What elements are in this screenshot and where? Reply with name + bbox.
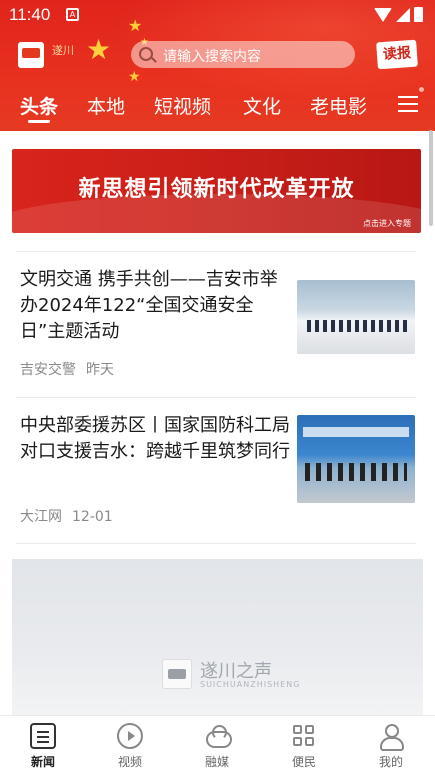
search-bar[interactable]: 请输入搜索内容 (131, 41, 355, 68)
news-source: 大江网 (20, 509, 62, 525)
search-input[interactable]: 请输入搜索内容 (163, 46, 261, 66)
banner-title: 新思想引领新时代改革开放 (78, 177, 355, 202)
nav-label: 新闻 (30, 755, 55, 769)
news-time: 昨天 (86, 362, 114, 378)
video-placeholder[interactable]: 遂川之声 SUICHUANZHISHENG (12, 559, 423, 715)
bottom-nav: 新闻 视频 融媒 便民 我的 (0, 715, 435, 773)
news-title: 中央部委援苏区丨国家国防科工局对口支援吉水：跨越千里筑梦同行 (20, 415, 290, 462)
tab-local[interactable]: 本地 (87, 92, 125, 119)
tab-culture[interactable]: 文化 (243, 92, 281, 119)
news-icon (30, 723, 56, 749)
news-meta: 吉安交警 昨天 (20, 359, 114, 379)
topic-banner[interactable]: 新思想引领新时代改革开放 点击进入专题 (12, 149, 421, 233)
news-title: 文明交通 携手共创——吉安市举办2024年122“全国交通安全日”主题活动 (20, 269, 278, 342)
video-icon (117, 723, 143, 749)
divider (16, 397, 416, 398)
news-thumbnail (297, 415, 415, 503)
scrollbar[interactable] (429, 130, 433, 226)
placeholder-brand-pinyin: SUICHUANZHISHENG (200, 680, 301, 689)
nav-label: 便民 (291, 755, 316, 769)
channel-tabs: 头条 本地 短视频 文化 老电影 (0, 88, 435, 124)
placeholder-logo (162, 659, 192, 689)
news-time: 12-01 (72, 509, 113, 525)
user-icon (378, 723, 404, 751)
nav-label: 我的 (378, 755, 403, 769)
nav-video[interactable]: 视频 (95, 723, 165, 770)
nav-media[interactable]: 融媒 (182, 723, 252, 770)
active-tab-indicator (28, 120, 50, 123)
app-logo[interactable] (18, 42, 44, 68)
app-screen: ★ ★ ★ ★ 11:40 A 遂川 请输入搜索内容 读报 头条 本地 短视频 … (0, 0, 435, 773)
logo-caption: 遂川 (52, 44, 74, 57)
divider (16, 543, 416, 544)
battery-icon (414, 7, 423, 22)
nav-mine[interactable]: 我的 (356, 723, 426, 770)
nav-news[interactable]: 新闻 (8, 723, 78, 770)
news-source: 吉安交警 (20, 362, 76, 378)
star-icon: ★ (86, 33, 112, 66)
divider (16, 251, 416, 252)
star-icon: ★ (128, 69, 141, 85)
grid-icon (291, 723, 317, 749)
tab-short-video[interactable]: 短视频 (154, 92, 211, 119)
cloud-icon (204, 723, 232, 749)
feed[interactable]: 新思想引领新时代改革开放 点击进入专题 文明交通 携手共创——吉安市举办2024… (0, 131, 435, 715)
nav-label: 融媒 (204, 755, 229, 769)
search-icon (139, 47, 153, 61)
wifi-icon (374, 7, 392, 22)
news-item[interactable]: 文明交通 携手共创——吉安市举办2024年122“全国交通安全日”主题活动 吉安… (16, 267, 418, 392)
status-time: 11:40 (9, 5, 51, 24)
tab-old-movies[interactable]: 老电影 (310, 92, 367, 119)
notification-icon: A (66, 8, 79, 21)
news-meta: 大江网 12-01 (20, 506, 113, 526)
news-item[interactable]: 中央部委援苏区丨国家国防科工局对口支援吉水：跨越千里筑梦同行 大江网 12-01 (16, 413, 418, 538)
banner-cta: 点击进入专题 (363, 219, 411, 228)
news-thumbnail (297, 280, 415, 354)
read-newspaper-button[interactable]: 读报 (376, 39, 418, 70)
menu-icon[interactable] (398, 96, 418, 112)
tab-headline[interactable]: 头条 (20, 92, 58, 119)
header: ★ ★ ★ ★ 11:40 A 遂川 请输入搜索内容 读报 头条 本地 短视频 … (0, 0, 435, 131)
notification-dot (419, 87, 424, 92)
status-bar: 11:40 A (0, 0, 435, 30)
signal-icon (396, 7, 410, 22)
nav-label: 视频 (117, 755, 142, 769)
status-icons (374, 7, 423, 22)
nav-services[interactable]: 便民 (269, 723, 339, 770)
